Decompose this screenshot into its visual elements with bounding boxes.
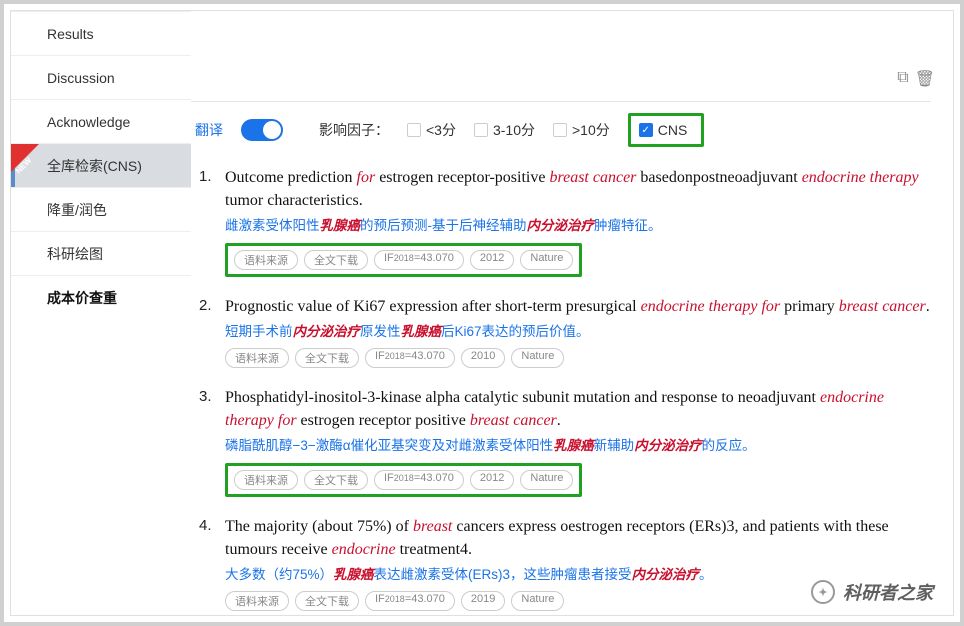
copy-icon[interactable]: ⧉ <box>897 69 908 89</box>
result-number: 3. <box>199 388 212 405</box>
sidebar-item-rewrite[interactable]: 降重/润色 <box>11 187 191 231</box>
sidebar-item-discussion[interactable]: Discussion <box>11 55 191 99</box>
sidebar-item-label: 全库检索(CNS) <box>47 158 142 174</box>
divider <box>191 101 931 102</box>
result-item: 1. Outcome prediction for estrogen recept… <box>199 166 935 277</box>
tag-journal[interactable]: Nature <box>520 470 573 490</box>
tag-download[interactable]: 全文下载 <box>295 348 359 368</box>
tag-impact-factor[interactable]: IF2018=43.070 <box>365 591 455 611</box>
main-panel: ⧉ 🗑 翻译 影响因子： <3分 3-10分 >10分 ✓CNS 1. Outco… <box>191 11 953 615</box>
result-item: 3. Phosphatidyl-inositol-3-kinase alpha c… <box>199 386 935 497</box>
tag-year[interactable]: 2012 <box>470 470 514 490</box>
wechat-icon: ✦ <box>811 580 835 604</box>
top-icons: ⧉ 🗑 <box>897 69 935 89</box>
delete-icon[interactable]: 🗑 <box>915 69 935 89</box>
tag-source[interactable]: 语料来源 <box>225 591 289 611</box>
tag-source[interactable]: 语料来源 <box>225 348 289 368</box>
tag-source[interactable]: 语料来源 <box>234 470 298 490</box>
filter-cns[interactable]: ✓CNS <box>628 113 705 147</box>
result-item: 2. Prognostic value of Ki67 expression af… <box>199 295 935 368</box>
translate-toggle[interactable] <box>241 119 283 141</box>
result-translation: 短期手术前内分泌治疗原发性乳腺癌后Ki67表达的预后价值。 <box>225 322 935 342</box>
translate-label: 翻译 <box>195 120 223 140</box>
tag-journal[interactable]: Nature <box>511 591 564 611</box>
tag-impact-factor[interactable]: IF2018=43.070 <box>374 250 464 270</box>
result-translation: 雌激素受体阳性乳腺癌的预后预测-基于后神经辅助内分泌治疗肿瘤特征。 <box>225 216 935 236</box>
result-tags: 语料来源全文下载 IF2018=43.070 2012 Nature <box>225 463 582 497</box>
result-number: 2. <box>199 297 212 314</box>
result-title[interactable]: The majority (about 75%) of breast cance… <box>225 515 935 561</box>
result-title[interactable]: Outcome prediction for estrogen receptor… <box>225 166 935 212</box>
tag-download[interactable]: 全文下载 <box>304 250 368 270</box>
tag-year[interactable]: 2010 <box>461 348 505 368</box>
new-badge: NEW <box>11 144 39 172</box>
sidebar-item-figures[interactable]: 科研绘图 <box>11 231 191 275</box>
sidebar-item-plagiarism[interactable]: 成本价查重 <box>11 275 191 319</box>
sidebar-item-acknowledge[interactable]: Acknowledge <box>11 99 191 143</box>
tag-impact-factor[interactable]: IF2018=43.070 <box>365 348 455 368</box>
tag-source[interactable]: 语料来源 <box>234 250 298 270</box>
result-translation: 磷脂酰肌醇−3−激酶α催化亚基突变及对雌激素受体阳性乳腺癌新辅助内分泌治疗的反应… <box>225 436 935 456</box>
filter-gt10[interactable]: >10分 <box>553 120 610 140</box>
filter-row: 翻译 影响因子： <3分 3-10分 >10分 ✓CNS <box>191 113 935 147</box>
tag-journal[interactable]: Nature <box>520 250 573 270</box>
impact-factor-label: 影响因子： <box>319 120 389 140</box>
result-tags: 语料来源全文下载 IF2018=43.070 2010 Nature <box>225 348 935 368</box>
tag-download[interactable]: 全文下载 <box>304 470 368 490</box>
app-frame: Results Discussion Acknowledge NEW 全库检索(… <box>0 0 964 626</box>
tag-impact-factor[interactable]: IF2018=43.070 <box>374 470 464 490</box>
app-inner: Results Discussion Acknowledge NEW 全库检索(… <box>10 10 954 616</box>
sidebar-item-cns-search[interactable]: NEW 全库检索(CNS) <box>11 143 191 187</box>
result-number: 4. <box>199 517 212 534</box>
result-title[interactable]: Prognostic value of Ki67 expression afte… <box>225 295 935 318</box>
sidebar: Results Discussion Acknowledge NEW 全库检索(… <box>11 11 191 615</box>
watermark: ✦ 科研者之家 <box>811 579 933 605</box>
result-tags: 语料来源全文下载 IF2018=43.070 2012 Nature <box>225 243 582 277</box>
filter-lt3[interactable]: <3分 <box>407 120 456 140</box>
result-number: 1. <box>199 168 212 185</box>
tag-journal[interactable]: Nature <box>511 348 564 368</box>
tag-year[interactable]: 2019 <box>461 591 505 611</box>
tag-download[interactable]: 全文下载 <box>295 591 359 611</box>
tag-year[interactable]: 2012 <box>470 250 514 270</box>
result-title[interactable]: Phosphatidyl-inositol-3-kinase alpha cat… <box>225 386 935 432</box>
results-list: 1. Outcome prediction for estrogen recept… <box>199 166 935 615</box>
sidebar-item-results[interactable]: Results <box>11 11 191 55</box>
filter-3-10[interactable]: 3-10分 <box>474 120 535 140</box>
